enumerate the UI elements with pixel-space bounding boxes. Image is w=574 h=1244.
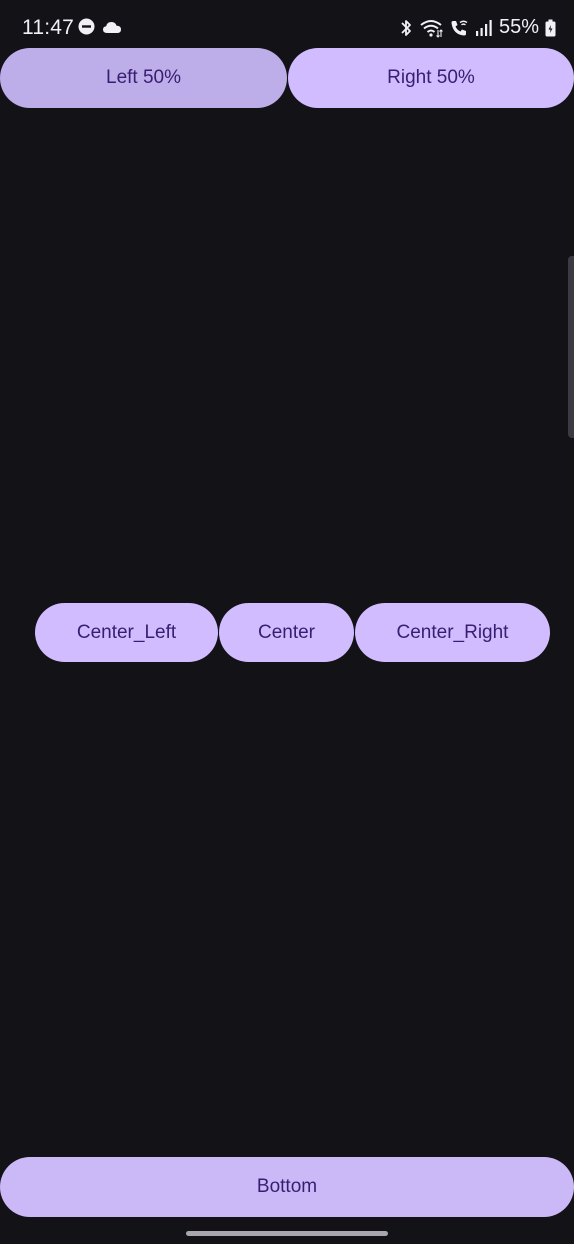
status-time: 11:47: [22, 16, 74, 39]
left-50-button[interactable]: Left 50%: [0, 48, 287, 108]
wifi-calling-icon: [449, 18, 469, 38]
center-left-button[interactable]: Center_Left: [35, 603, 218, 662]
battery-percent: 55%: [498, 16, 539, 38]
center-right-button[interactable]: Center_Right: [355, 603, 550, 662]
battery-icon: [545, 19, 556, 37]
status-bar: 11:47 55%: [0, 0, 574, 52]
right-50-button[interactable]: Right 50%: [288, 48, 574, 108]
bluetooth-icon: [399, 18, 413, 38]
wifi-icon: [419, 18, 443, 38]
cloud-icon: [102, 20, 122, 39]
center-button[interactable]: Center: [219, 603, 354, 662]
status-left-icons: [78, 18, 122, 40]
status-right-icons: 55%: [399, 16, 556, 39]
bottom-button[interactable]: Bottom: [0, 1157, 574, 1217]
navigation-gesture-handle[interactable]: [186, 1231, 388, 1236]
signal-icon: [475, 18, 493, 38]
edge-panel-handle[interactable]: [568, 256, 574, 438]
app-screen: 11:47 55% Left 50% Right 50% Center_Left…: [0, 0, 574, 1244]
do-not-disturb-icon: [78, 18, 95, 40]
